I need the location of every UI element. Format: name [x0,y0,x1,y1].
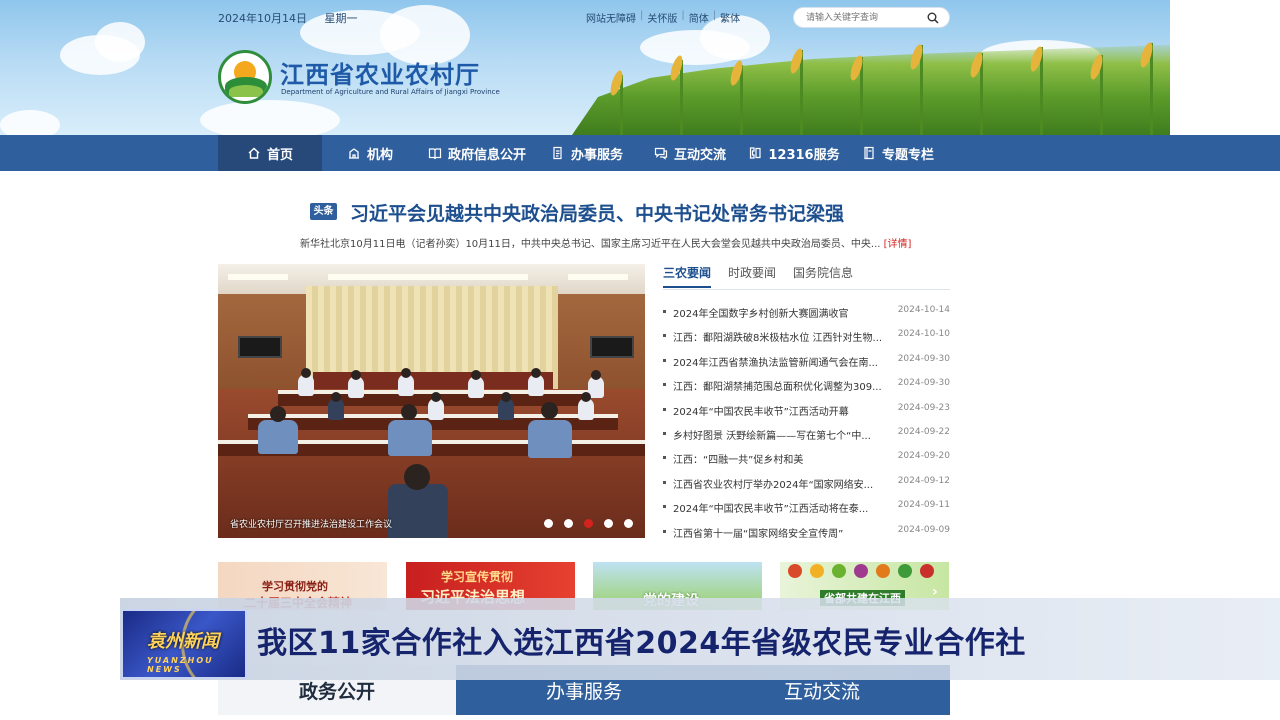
site-logo-icon[interactable] [218,50,272,104]
tv-station-logo: 袁州新闻 YUANZHOU NEWS [121,609,247,679]
tab-state-council[interactable]: 国务院信息 [793,264,853,288]
search-icon[interactable] [927,12,939,24]
list-item[interactable]: 江西省农业农村厅举办2024年“国家网络安... 2024-09-12 [663,471,950,495]
news-tabs: 三农要闻 时政要闻 国务院信息 [663,264,853,288]
carousel-dot-5[interactable] [624,519,633,528]
carousel-dots [544,519,633,528]
traditional-link[interactable]: 繁体 [720,10,740,25]
date-display: 2024年10月14日 星期一 [218,10,358,26]
phone-icon [750,147,761,159]
nav-label: 机构 [366,147,393,163]
nav-item-home[interactable]: 首页 [218,135,322,171]
nav-item-12316[interactable]: 12316服务 [742,135,846,171]
date-text: 2024年10月14日 [218,12,307,25]
nav-item-gov-info[interactable]: 政府信息公开 [418,135,536,171]
nav-item-interact[interactable]: 互动交流 [638,135,742,171]
list-item[interactable]: 2024年“中国农民丰收节”江西活动将在泰... 2024-09-11 [663,495,950,519]
list-item[interactable]: 2024年全国数字乡村创新大赛圆满收官 2024-10-14 [663,300,950,324]
document-icon [553,146,562,160]
carousel-dot-3[interactable] [584,519,593,528]
site-subtitle: Department of Agriculture and Rural Affa… [281,88,500,96]
carousel-dot-1[interactable] [544,519,553,528]
list-item[interactable]: 江西省第十一届“国家网络安全宣传周” 2024-09-09 [663,520,950,544]
photo-caption[interactable]: 省农业农村厅召开推进法治建设工作会议 [230,517,392,530]
nav-label: 首页 [266,147,293,163]
photo-carousel[interactable]: 省农业农村厅召开推进法治建设工作会议 [218,264,645,538]
headline-summary: 新华社北京10月11日电（记者孙奕）10月11日，中共中央总书记、国家主席习近平… [300,235,911,250]
simplified-link[interactable]: 简体 [689,10,709,25]
nav-item-services[interactable]: 办事服务 [536,135,638,171]
carousel-dot-2[interactable] [564,519,573,528]
chat-icon [654,147,668,160]
list-item[interactable]: 乡村好图景 沃野绘新篇——写在第七个“中... 2024-09-22 [663,422,950,446]
nav-label: 互动交流 [673,147,726,163]
care-version-link[interactable]: 关怀版 [647,10,677,25]
building-icon [348,148,359,159]
logo-en-text: YUANZHOU NEWS [147,656,214,674]
nav-label: 12316服务 [768,147,840,163]
carousel-dot-4[interactable] [604,519,613,528]
summary-text: 新华社北京10月11日电（记者孙奕）10月11日，中共中央总书记、国家主席习近平… [300,239,881,250]
list-item[interactable]: 江西：鄱阳湖跌破8米极枯水位 江西针对生物... 2024-10-10 [663,324,950,348]
accessibility-link[interactable]: 网站无障碍 [586,10,636,25]
notebook-icon [864,146,874,160]
tab-agri-news[interactable]: 三农要闻 [663,264,712,288]
page: 2024年10月14日 星期一 网站无障碍 | 关怀版 | 简体 | 繁体 江西… [0,0,1280,720]
home-icon [248,147,260,159]
weekday-text: 星期一 [324,12,358,25]
right-gutter [1170,0,1280,135]
search-input[interactable] [806,11,924,25]
site-title[interactable]: 江西省农业农村厅 [280,55,480,90]
headline-title[interactable]: 习近平会见越共中央政治局委员、中央书记处常务书记梁强 [350,199,844,226]
top-links: 网站无障碍 | 关怀版 | 简体 | 繁体 [586,10,741,25]
nav-item-topics[interactable]: 专题专栏 [846,135,950,171]
search-box [793,7,950,28]
list-item[interactable]: 江西：鄱阳湖禁捕范围总面积优化调整为309... 2024-09-30 [663,373,950,397]
logo-cn-text: 袁州新闻 [147,631,219,652]
headline-badge: 头条 [310,203,337,220]
details-link[interactable]: [详情] [884,239,912,250]
header-banner: 2024年10月14日 星期一 网站无障碍 | 关怀版 | 简体 | 繁体 江西… [0,0,1170,135]
ticker-headline: 我区11家合作社入选江西省2024年省级农民专业合作社 [257,626,1026,661]
nav-label: 政府信息公开 [447,147,526,163]
tab-divider [663,289,950,290]
book-icon [428,148,442,160]
list-item[interactable]: 2024年江西省禁渔执法监管新闻通气会在南... 2024-09-30 [663,349,950,373]
news-list: 2024年全国数字乡村创新大赛圆满收官 2024-10-14 江西：鄱阳湖跌破8米… [663,300,950,544]
nav-label: 办事服务 [570,147,623,163]
list-item[interactable]: 江西：“四融一共”促乡村和美 2024-09-20 [663,446,950,470]
nav-label: 专题专栏 [881,147,934,163]
tab-politics-news[interactable]: 时政要闻 [728,264,776,288]
main-nav: 首页 机构 政府信息公开 办事服务 互动交流 12316服务 专题专栏 [0,135,1280,171]
nav-item-org[interactable]: 机构 [322,135,418,171]
list-item[interactable]: 2024年“中国农民丰收节”江西活动开幕 2024-09-23 [663,398,950,422]
